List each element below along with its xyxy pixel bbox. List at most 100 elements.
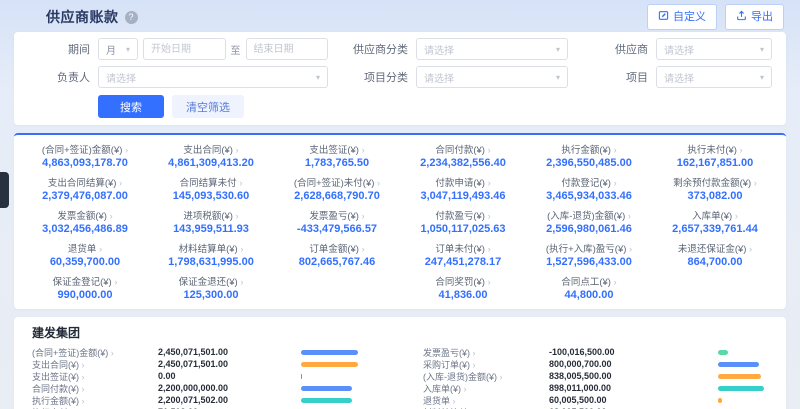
chevron-right-icon: › xyxy=(114,277,117,287)
stat-cell[interactable]: 付款盈亏(¥) ›1,050,117,025.63 xyxy=(400,206,526,237)
stat-cell[interactable]: 材料结算单(¥) ›1,798,631,995.00 xyxy=(148,239,274,270)
chevron-right-icon: › xyxy=(82,384,85,394)
stats-row: 退货单 ›60,359,700.00材料结算单(¥) ›1,798,631,99… xyxy=(22,239,778,270)
supplier-category-select[interactable]: 请选择 ▾ xyxy=(416,38,568,60)
chevron-right-icon: › xyxy=(614,277,617,287)
export-button[interactable]: 导出 xyxy=(725,4,784,30)
group-metric-row: 入库单(¥) ›898,011,000.00 xyxy=(423,382,768,394)
metric-bar xyxy=(718,398,722,403)
select-placeholder: 请选择 xyxy=(664,70,694,85)
filter-project-category: 项目分类 请选择 ▾ xyxy=(346,66,568,88)
stat-value: 3,032,456,486.89 xyxy=(24,223,146,235)
stat-cell[interactable]: 执行金额(¥) ›2,396,550,485.00 xyxy=(526,140,652,171)
chevron-right-icon: › xyxy=(82,372,85,382)
stat-cell[interactable]: (执行+入库)盈亏(¥) ›1,527,596,433.00 xyxy=(526,239,652,270)
stat-cell[interactable]: 剩余预付款金额(¥) ›373,082.00 xyxy=(652,173,778,204)
group-summary-panel: 建发集团 (合同+签证)金额(¥) ›2,450,071,501.00支出合同(… xyxy=(14,317,786,409)
supplier-select[interactable]: 请选择 ▾ xyxy=(656,38,772,60)
date-range-separator: 至 xyxy=(231,42,241,57)
chevron-right-icon: › xyxy=(111,348,114,358)
metric-bar xyxy=(718,374,761,379)
group-metric-row: 合同付款(¥) ›2,200,000,000.00 xyxy=(32,382,377,394)
stat-cell[interactable]: 合同付款(¥) ›2,234,382,556.40 xyxy=(400,140,526,171)
stat-cell[interactable]: 支出签证(¥) ›1,783,765.50 xyxy=(274,140,400,171)
group-metric-value: 2,450,071,501.00 xyxy=(158,359,262,369)
customize-button[interactable]: 自定义 xyxy=(647,4,717,30)
metric-bar-track xyxy=(301,362,373,367)
stat-cell[interactable]: 合同奖罚(¥) ›41,836.00 xyxy=(400,272,526,303)
period-label: 期间 xyxy=(28,41,90,57)
chevron-right-icon: › xyxy=(629,244,632,254)
page-title: 供应商账款 xyxy=(46,7,119,27)
stat-cell[interactable]: 退货单 ›60,359,700.00 xyxy=(22,239,148,270)
group-title: 建发集团 xyxy=(32,324,768,341)
chevron-right-icon: › xyxy=(362,211,365,221)
stat-cell[interactable]: 发票金额(¥) ›3,032,456,486.89 xyxy=(22,206,148,237)
chevron-right-icon: › xyxy=(488,211,491,221)
export-icon xyxy=(736,10,747,24)
metric-bar-track xyxy=(718,350,764,355)
end-date-input[interactable] xyxy=(246,38,329,60)
filter-panel: 期间 月 ▾ 至 供应商分类 请选择 ▾ 供应商 请选择 xyxy=(14,32,786,125)
stat-cell[interactable]: 未退还保证金(¥) ›864,700.00 xyxy=(652,239,778,270)
stat-cell[interactable]: (合同+签证)金额(¥) ›4,863,093,178.70 xyxy=(22,140,148,171)
stat-value: 145,093,530.60 xyxy=(150,190,272,202)
stat-value: 990,000.00 xyxy=(24,289,146,301)
stat-label: 付款登记(¥) › xyxy=(528,175,650,189)
stat-value: 162,167,851.00 xyxy=(654,157,776,169)
metric-bar xyxy=(718,350,728,355)
stat-cell[interactable]: 付款申请(¥) ›3,047,119,493.46 xyxy=(400,173,526,204)
stat-cell[interactable]: (入库-退货)金额(¥) ›2,596,980,061.46 xyxy=(526,206,652,237)
search-button[interactable]: 搜索 xyxy=(98,95,164,118)
stat-cell[interactable]: 合同结算未付 ›145,093,530.60 xyxy=(148,173,274,204)
project-label: 项目 xyxy=(586,69,648,85)
stat-cell[interactable]: 付款登记(¥) ›3,465,934,033.46 xyxy=(526,173,652,204)
stat-cell[interactable]: 支出合同结算(¥) ›2,379,476,087.00 xyxy=(22,173,148,204)
stats-row: (合同+签证)金额(¥) ›4,863,093,178.70支出合同(¥) ›4… xyxy=(22,140,778,171)
stat-cell[interactable]: 支出合同(¥) ›4,861,309,413.20 xyxy=(148,140,274,171)
stat-cell[interactable]: 进项税额(¥) ›143,959,511.93 xyxy=(148,206,274,237)
metric-bar-track xyxy=(718,362,764,367)
stat-cell[interactable]: 保证金登记(¥) ›990,000.00 xyxy=(22,272,148,303)
stat-cell[interactable]: (合同+签证)未付(¥) ›2,628,668,790.70 xyxy=(274,173,400,204)
stats-panel: (合同+签证)金额(¥) ›4,863,093,178.70支出合同(¥) ›4… xyxy=(14,133,786,309)
chevron-right-icon: › xyxy=(110,211,113,221)
edit-icon xyxy=(658,10,669,24)
stat-label: 付款申请(¥) › xyxy=(402,175,524,189)
metric-bar-track xyxy=(301,374,373,379)
stat-value: 247,451,278.17 xyxy=(402,256,524,268)
stat-cell[interactable]: 发票盈亏(¥) ›-433,479,566.57 xyxy=(274,206,400,237)
stat-cell[interactable]: 订单金额(¥) ›802,665,767.46 xyxy=(274,239,400,270)
stat-label: 退货单 › xyxy=(24,241,146,255)
filter-supplier: 供应商 请选择 ▾ xyxy=(586,38,772,60)
stat-cell[interactable]: 合同点工(¥) ›44,800.00 xyxy=(526,272,652,303)
stat-cell[interactable]: 入库单(¥) ›2,657,339,761.44 xyxy=(652,206,778,237)
filter-actions: 搜索 清空筛选 xyxy=(28,95,772,118)
chevron-right-icon: › xyxy=(236,145,239,155)
group-metric-label[interactable]: 材料结算单(¥) › xyxy=(423,406,549,409)
group-metric-label[interactable]: 执行未付(¥) › xyxy=(32,406,158,409)
stat-value: 2,596,980,061.46 xyxy=(528,223,650,235)
stat-value: 2,396,550,485.00 xyxy=(528,157,650,169)
stat-cell[interactable]: 订单未付(¥) ›247,451,278.17 xyxy=(400,239,526,270)
group-metric-value: 0.00 xyxy=(158,371,262,381)
filter-owner: 负责人 请选择 ▾ xyxy=(28,66,328,88)
start-date-input[interactable] xyxy=(143,38,226,60)
stat-cell[interactable]: 执行未付(¥) ›162,167,851.00 xyxy=(652,140,778,171)
project-select[interactable]: 请选择 ▾ xyxy=(656,66,772,88)
stat-value: 2,234,382,556.40 xyxy=(402,157,524,169)
clear-filters-button[interactable]: 清空筛选 xyxy=(172,95,244,118)
sidebar-drawer-handle[interactable] xyxy=(0,172,9,208)
help-icon[interactable]: ? xyxy=(125,11,138,24)
stat-label: 发票盈亏(¥) › xyxy=(276,208,398,222)
filter-project: 项目 请选择 ▾ xyxy=(586,66,772,88)
metric-bar-track xyxy=(718,374,764,379)
stat-value: 1,527,596,433.00 xyxy=(528,256,650,268)
stat-cell[interactable]: 保证金退还(¥) ›125,300.00 xyxy=(148,272,274,303)
project-category-select[interactable]: 请选择 ▾ xyxy=(416,66,568,88)
select-placeholder: 请选择 xyxy=(106,70,136,85)
stat-label: 材料结算单(¥) › xyxy=(150,241,272,255)
period-unit-select[interactable]: 月 ▾ xyxy=(98,38,138,60)
owner-select[interactable]: 请选择 ▾ xyxy=(98,66,328,88)
filter-supplier-category: 供应商分类 请选择 ▾ xyxy=(346,38,568,60)
